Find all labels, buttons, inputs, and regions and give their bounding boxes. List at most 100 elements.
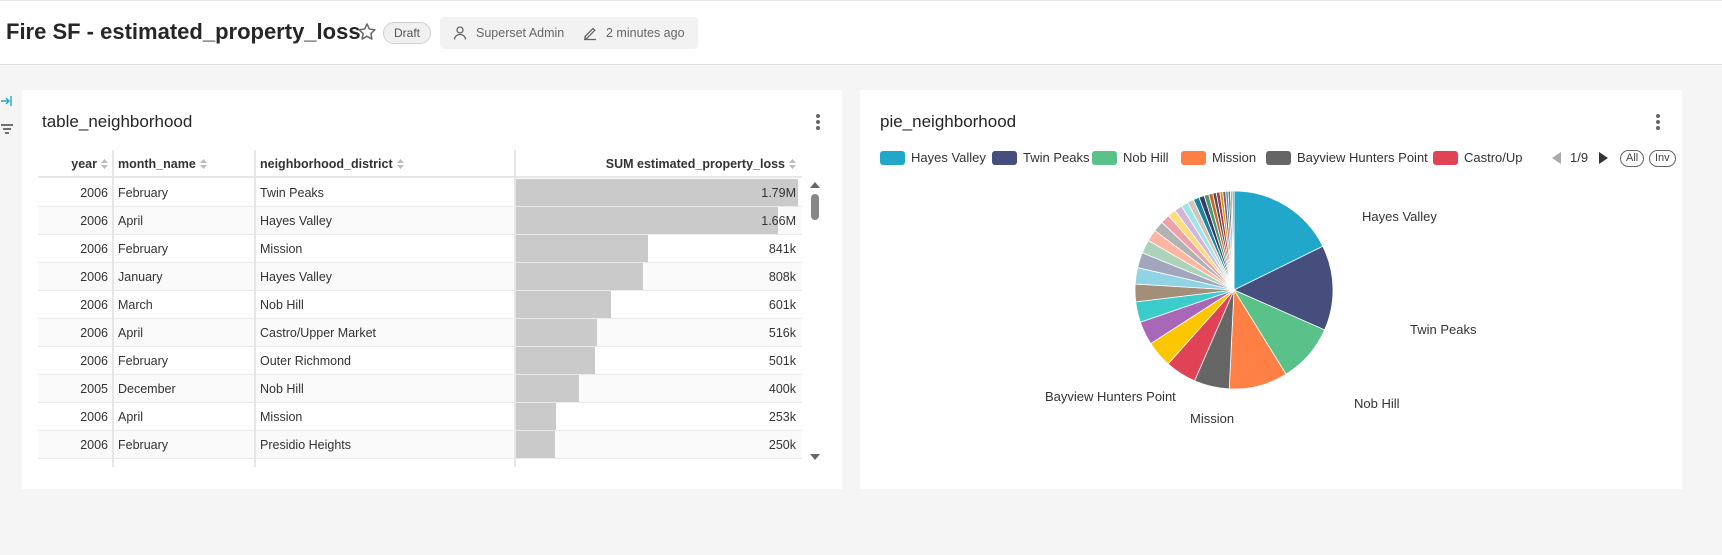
chart-title: table_neighborhood xyxy=(42,112,193,131)
cell-neighborhood: Castro/Upper Market xyxy=(260,326,377,340)
cell-month: February xyxy=(118,186,169,200)
cell-month: February xyxy=(118,354,169,368)
cell-value: 253k xyxy=(768,410,796,424)
table-row[interactable]: 2006 April Hayes Valley 1.66M xyxy=(38,207,802,235)
slice-label: Bayview Hunters Point xyxy=(1045,389,1176,404)
sort-icon[interactable] xyxy=(101,159,108,169)
column-divider xyxy=(514,150,516,467)
label-leader-line xyxy=(1305,204,1340,220)
owner-name: Superset Admin xyxy=(476,26,565,40)
user-icon xyxy=(453,26,467,40)
legend-swatch xyxy=(1092,151,1117,165)
table-row[interactable]: 2005 December Nob Hill 400k xyxy=(38,375,802,403)
table-scrollbar[interactable] xyxy=(809,182,821,460)
cell-neighborhood: Outer Richmond xyxy=(260,354,352,368)
cell-year: 2006 xyxy=(80,410,108,424)
cell-year: 2006 xyxy=(80,214,108,228)
cell-neighborhood: Presidio Heights xyxy=(260,438,352,452)
modified-time: 2 minutes ago xyxy=(606,26,685,40)
cell-neighborhood: Mission xyxy=(260,242,303,256)
column-divider xyxy=(254,150,256,467)
dashboard-title[interactable]: Fire SF - estimated_property_loss xyxy=(6,19,361,45)
table-row[interactable]: 2006 April Castro/Upper Market 516k xyxy=(38,319,802,347)
star-icon[interactable] xyxy=(356,21,378,43)
legend-next-icon[interactable] xyxy=(1598,152,1608,164)
pie-chart-card: pie_neighborhood Hayes Valley Twin Peaks… xyxy=(860,90,1682,489)
cell-value: 516k xyxy=(768,326,796,340)
cell-year: 2006 xyxy=(80,354,108,368)
cell-neighborhood: Hayes Valley xyxy=(260,270,333,284)
legend-page-indicator: 1/9 xyxy=(1570,150,1589,165)
sort-icon[interactable] xyxy=(789,159,796,169)
column-divider xyxy=(112,150,114,467)
filter-icon[interactable] xyxy=(0,122,14,136)
table-row[interactable]: 2006 February Presidio Heights 250k xyxy=(38,431,802,459)
column-header-month[interactable]: month_name xyxy=(118,150,207,178)
table-header: year month_name neighborhood_district SU… xyxy=(38,150,802,178)
cell-value: 250k xyxy=(768,438,796,452)
expand-sidebar-icon[interactable] xyxy=(0,94,12,108)
cell-month: April xyxy=(118,214,144,228)
cell-neighborhood: Nob Hill xyxy=(260,298,304,312)
table-row[interactable]: 2006 February Outer Richmond 501k xyxy=(38,347,802,375)
dashboard-header: Fire SF - estimated_property_loss Draft … xyxy=(0,0,1722,65)
table-row[interactable]: 2006 January Hayes Valley 808k xyxy=(38,263,802,291)
cell-value: 400k xyxy=(768,382,796,396)
legend-prev-icon[interactable] xyxy=(1552,152,1562,164)
cell-value: 501k xyxy=(768,354,796,368)
cell-value: 841k xyxy=(768,242,796,256)
cell-month: January xyxy=(118,270,163,284)
cell-value: 601k xyxy=(768,298,796,312)
cell-year: 2006 xyxy=(80,438,108,452)
cell-month: February xyxy=(118,242,169,256)
legend-all-button[interactable]: All xyxy=(1620,150,1645,167)
cell-year: 2006 xyxy=(80,326,108,340)
data-table: year month_name neighborhood_district SU… xyxy=(38,150,802,467)
cell-month: February xyxy=(118,438,169,452)
cell-year: 2006 xyxy=(80,242,108,256)
cell-value: 1.66M xyxy=(761,214,796,228)
slice-label: Nob Hill xyxy=(1354,396,1400,411)
pencil-icon xyxy=(584,27,596,41)
legend-swatch xyxy=(880,151,905,165)
status-badge[interactable]: Draft xyxy=(383,22,432,44)
cell-year: 2006 xyxy=(80,298,108,312)
chart-legend: Hayes Valley Twin Peaks Nob Hill Mission… xyxy=(880,148,1676,168)
cell-month: April xyxy=(118,326,144,340)
legend-swatch xyxy=(1181,151,1206,165)
cell-year: 2005 xyxy=(80,382,108,396)
table-chart-card: table_neighborhood year month_name neigh… xyxy=(22,90,842,489)
cell-month: April xyxy=(118,410,144,424)
label-leader-line xyxy=(1125,375,1170,388)
cell-neighborhood: Twin Peaks xyxy=(260,186,324,200)
cell-neighborhood: Hayes Valley xyxy=(260,214,333,228)
sort-icon[interactable] xyxy=(199,159,207,169)
column-header-year[interactable]: year xyxy=(38,150,108,178)
metadata-bar: Superset Admin 2 minutes ago xyxy=(440,17,698,49)
more-options-icon[interactable] xyxy=(813,112,823,132)
cell-month: March xyxy=(118,298,153,312)
label-leader-line xyxy=(1290,378,1330,400)
legend-inverse-button[interactable]: Inv xyxy=(1649,150,1676,167)
table-row[interactable]: 2006 April Mission 253k xyxy=(38,403,802,431)
cell-neighborhood: Mission xyxy=(260,410,303,424)
cell-year: 2006 xyxy=(80,270,108,284)
slice-label: Mission xyxy=(1190,411,1235,426)
table-row[interactable]: 2006 February Mission 841k xyxy=(38,235,802,263)
slice-label: Hayes Valley xyxy=(1362,209,1437,224)
legend-swatch xyxy=(992,151,1017,165)
table-row[interactable]: 2006 March Nob Hill 601k xyxy=(38,291,802,319)
column-header-neighborhood[interactable]: neighborhood_district xyxy=(260,150,404,178)
cell-neighborhood: Nob Hill xyxy=(260,382,304,396)
legend-swatch xyxy=(1266,151,1291,165)
cell-month: December xyxy=(118,382,176,396)
cell-year: 2006 xyxy=(80,186,108,200)
legend-swatch xyxy=(1433,151,1458,165)
cell-value: 1.79M xyxy=(761,186,796,200)
sort-icon[interactable] xyxy=(396,159,404,169)
table-row[interactable]: 2006 February Twin Peaks 1.79M xyxy=(38,179,802,207)
slice-label: Twin Peaks xyxy=(1410,322,1477,337)
label-leader-line xyxy=(1330,330,1385,336)
column-header-loss[interactable]: SUM estimated_property_loss xyxy=(518,150,796,178)
cell-value: 808k xyxy=(768,270,796,284)
